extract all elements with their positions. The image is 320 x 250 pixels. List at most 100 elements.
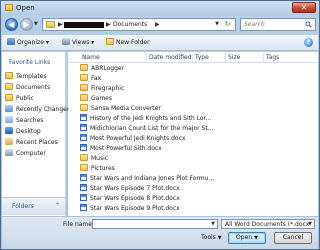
- new-folder-icon: [106, 38, 114, 45]
- list-item[interactable]: Star Wars and Indiana Jones Plot Formu..…: [80, 174, 316, 184]
- address-bar[interactable]: ▶ ▶ Documents ▶ ▼ ↻: [42, 18, 236, 31]
- folder-icon: [80, 94, 88, 101]
- column-header-date-modified[interactable]: Date modified: [149, 54, 192, 61]
- folder-icon: [80, 84, 88, 91]
- word-document-icon: [80, 194, 87, 201]
- refresh-icon[interactable]: ↻: [222, 20, 233, 29]
- chevron-down-icon: ▾: [45, 39, 49, 46]
- sidebar-item-searches[interactable]: Searches: [5, 115, 65, 126]
- file-name-label: File name:: [63, 221, 94, 228]
- file-name: Most Powerful Jedi Knights.docx: [90, 135, 186, 142]
- sidebar-item-templates[interactable]: Templates: [5, 71, 65, 82]
- organize-label: Organize: [17, 39, 44, 46]
- chevron-down-icon: ▼: [217, 235, 222, 241]
- list-item[interactable]: Midichlorian Count List for the major St…: [80, 124, 316, 134]
- file-name-field[interactable]: ▼: [92, 219, 218, 229]
- column-divider[interactable]: [146, 53, 147, 62]
- list-item[interactable]: Most Powerful Sith.docx: [80, 144, 316, 154]
- address-row: ◀ ▶ ▼ ▶ ▶ Documents ▶ ▼ ↻ Search: [1, 16, 319, 34]
- cancel-button[interactable]: Cancel: [274, 232, 312, 244]
- column-divider[interactable]: [225, 53, 226, 62]
- organize-button[interactable]: Organize ▾: [7, 38, 49, 48]
- close-button[interactable]: ✕: [292, 2, 316, 13]
- file-name: Sansa Media Converter: [91, 105, 161, 112]
- sidebar-item-computer[interactable]: Computer: [5, 148, 65, 159]
- sidebar-item-desktop[interactable]: Desktop: [5, 126, 65, 137]
- title-bar[interactable]: Open ✕: [1, 1, 319, 15]
- folder-icon: [5, 94, 13, 101]
- column-header-name[interactable]: Name: [82, 54, 100, 61]
- file-name: Fax: [91, 75, 102, 82]
- breadcrumb-separator[interactable]: ▶: [58, 21, 63, 28]
- navigation-pane: Favorite Links Templates Documents Publi…: [2, 52, 71, 216]
- search-input[interactable]: Search: [240, 18, 316, 31]
- recent-pages-dropdown[interactable]: ▼: [34, 21, 38, 27]
- open-dialog: Open ✕ ◀ ▶ ▼ ▶ ▶ Documents ▶ ▼ ↻ Search …: [0, 0, 320, 250]
- favorite-links-header: Favorite Links: [9, 59, 51, 66]
- search-icon[interactable]: [305, 21, 312, 28]
- sidebar-item-recent-places[interactable]: Recent Places: [5, 137, 65, 148]
- list-item[interactable]: Sansa Media Converter: [80, 104, 316, 114]
- file-name: Star Wars Episode 9 Plot.docx: [90, 205, 180, 212]
- list-item[interactable]: Games: [80, 94, 316, 104]
- open-label: Open: [236, 234, 253, 241]
- desktop-icon: [5, 127, 13, 134]
- chevron-down-icon: ▾: [91, 39, 95, 46]
- recent-places-icon: [5, 138, 13, 145]
- back-button[interactable]: ◀: [5, 18, 18, 31]
- list-item[interactable]: Firegraphic: [80, 84, 316, 94]
- search-folder-icon: [5, 116, 13, 123]
- file-name: Midichlorian Count List for the major St…: [90, 125, 214, 132]
- file-type-filter[interactable]: All Word Documents (*.docx ▼: [221, 219, 315, 229]
- column-header-tags[interactable]: Tags: [266, 54, 279, 61]
- documents-icon: [5, 83, 13, 90]
- computer-icon: [5, 149, 13, 156]
- list-item[interactable]: ABRLogger: [80, 64, 316, 74]
- word-document-icon: [80, 114, 87, 121]
- list-item[interactable]: History of the Jedi Knights and Sith Lor…: [80, 114, 316, 124]
- resize-grip-icon[interactable]: ⋰: [312, 242, 317, 248]
- file-name: Most Powerful Sith.docx: [90, 145, 162, 152]
- chevron-up-icon: ⌃: [54, 202, 60, 209]
- breadcrumb-documents[interactable]: Documents: [113, 21, 147, 28]
- folder-icon: [5, 4, 13, 11]
- folder-icon: [46, 21, 55, 28]
- file-list-pane: Name Date modified Type Size Tags ABRLog…: [68, 52, 318, 216]
- help-icon[interactable]: ?: [304, 38, 313, 47]
- list-item[interactable]: Star Wars Episode 9 Plot.docx: [80, 204, 316, 214]
- list-item[interactable]: Most Powerful Jedi Knights.docx: [80, 134, 316, 144]
- forward-button[interactable]: ▶: [20, 18, 33, 31]
- file-name: History of the Jedi Knights and Sith Lor…: [90, 115, 212, 122]
- list-item[interactable]: Fax: [80, 74, 316, 84]
- list-item[interactable]: Music: [80, 154, 316, 164]
- chevron-down-icon: ▼: [254, 235, 258, 241]
- chevron-down-icon[interactable]: ▼: [211, 221, 215, 227]
- file-name: Star Wars and Indiana Jones Plot Formu..…: [90, 175, 215, 182]
- sidebar-item-documents[interactable]: Documents: [5, 82, 65, 93]
- sidebar-item-recently-changed[interactable]: Recently Changed: [5, 104, 71, 115]
- folder-icon: [80, 64, 88, 71]
- file-name: Games: [91, 95, 112, 102]
- search-placeholder: Search: [244, 21, 265, 28]
- views-button[interactable]: Views ▾: [62, 38, 94, 48]
- views-icon: [62, 38, 70, 45]
- recent-icon: [5, 105, 13, 112]
- music-folder-icon: [80, 154, 88, 161]
- list-item[interactable]: Star Wars Episode 7 Plot.docx: [80, 184, 316, 194]
- column-header-type[interactable]: Type: [195, 54, 209, 61]
- breadcrumb-separator[interactable]: ▶: [106, 21, 111, 28]
- new-folder-button[interactable]: New Folder: [106, 38, 150, 48]
- sidebar-item-label: Documents: [16, 84, 51, 91]
- list-item[interactable]: Pictures: [80, 164, 316, 174]
- tools-button[interactable]: Tools ▼: [201, 234, 222, 241]
- word-document-icon: [80, 174, 87, 181]
- breadcrumb-separator[interactable]: ▶: [155, 21, 160, 28]
- folders-toggle[interactable]: Folders ⌃: [2, 197, 65, 215]
- list-item[interactable]: Star Wars Episode 8 Plot.docx: [80, 194, 316, 204]
- open-button[interactable]: Open ▼: [228, 232, 266, 244]
- column-divider[interactable]: [192, 53, 193, 62]
- address-dropdown[interactable]: ▼: [215, 21, 219, 27]
- sidebar-item-public[interactable]: Public: [5, 93, 65, 104]
- column-header-size[interactable]: Size: [228, 54, 240, 61]
- column-divider[interactable]: [263, 53, 264, 62]
